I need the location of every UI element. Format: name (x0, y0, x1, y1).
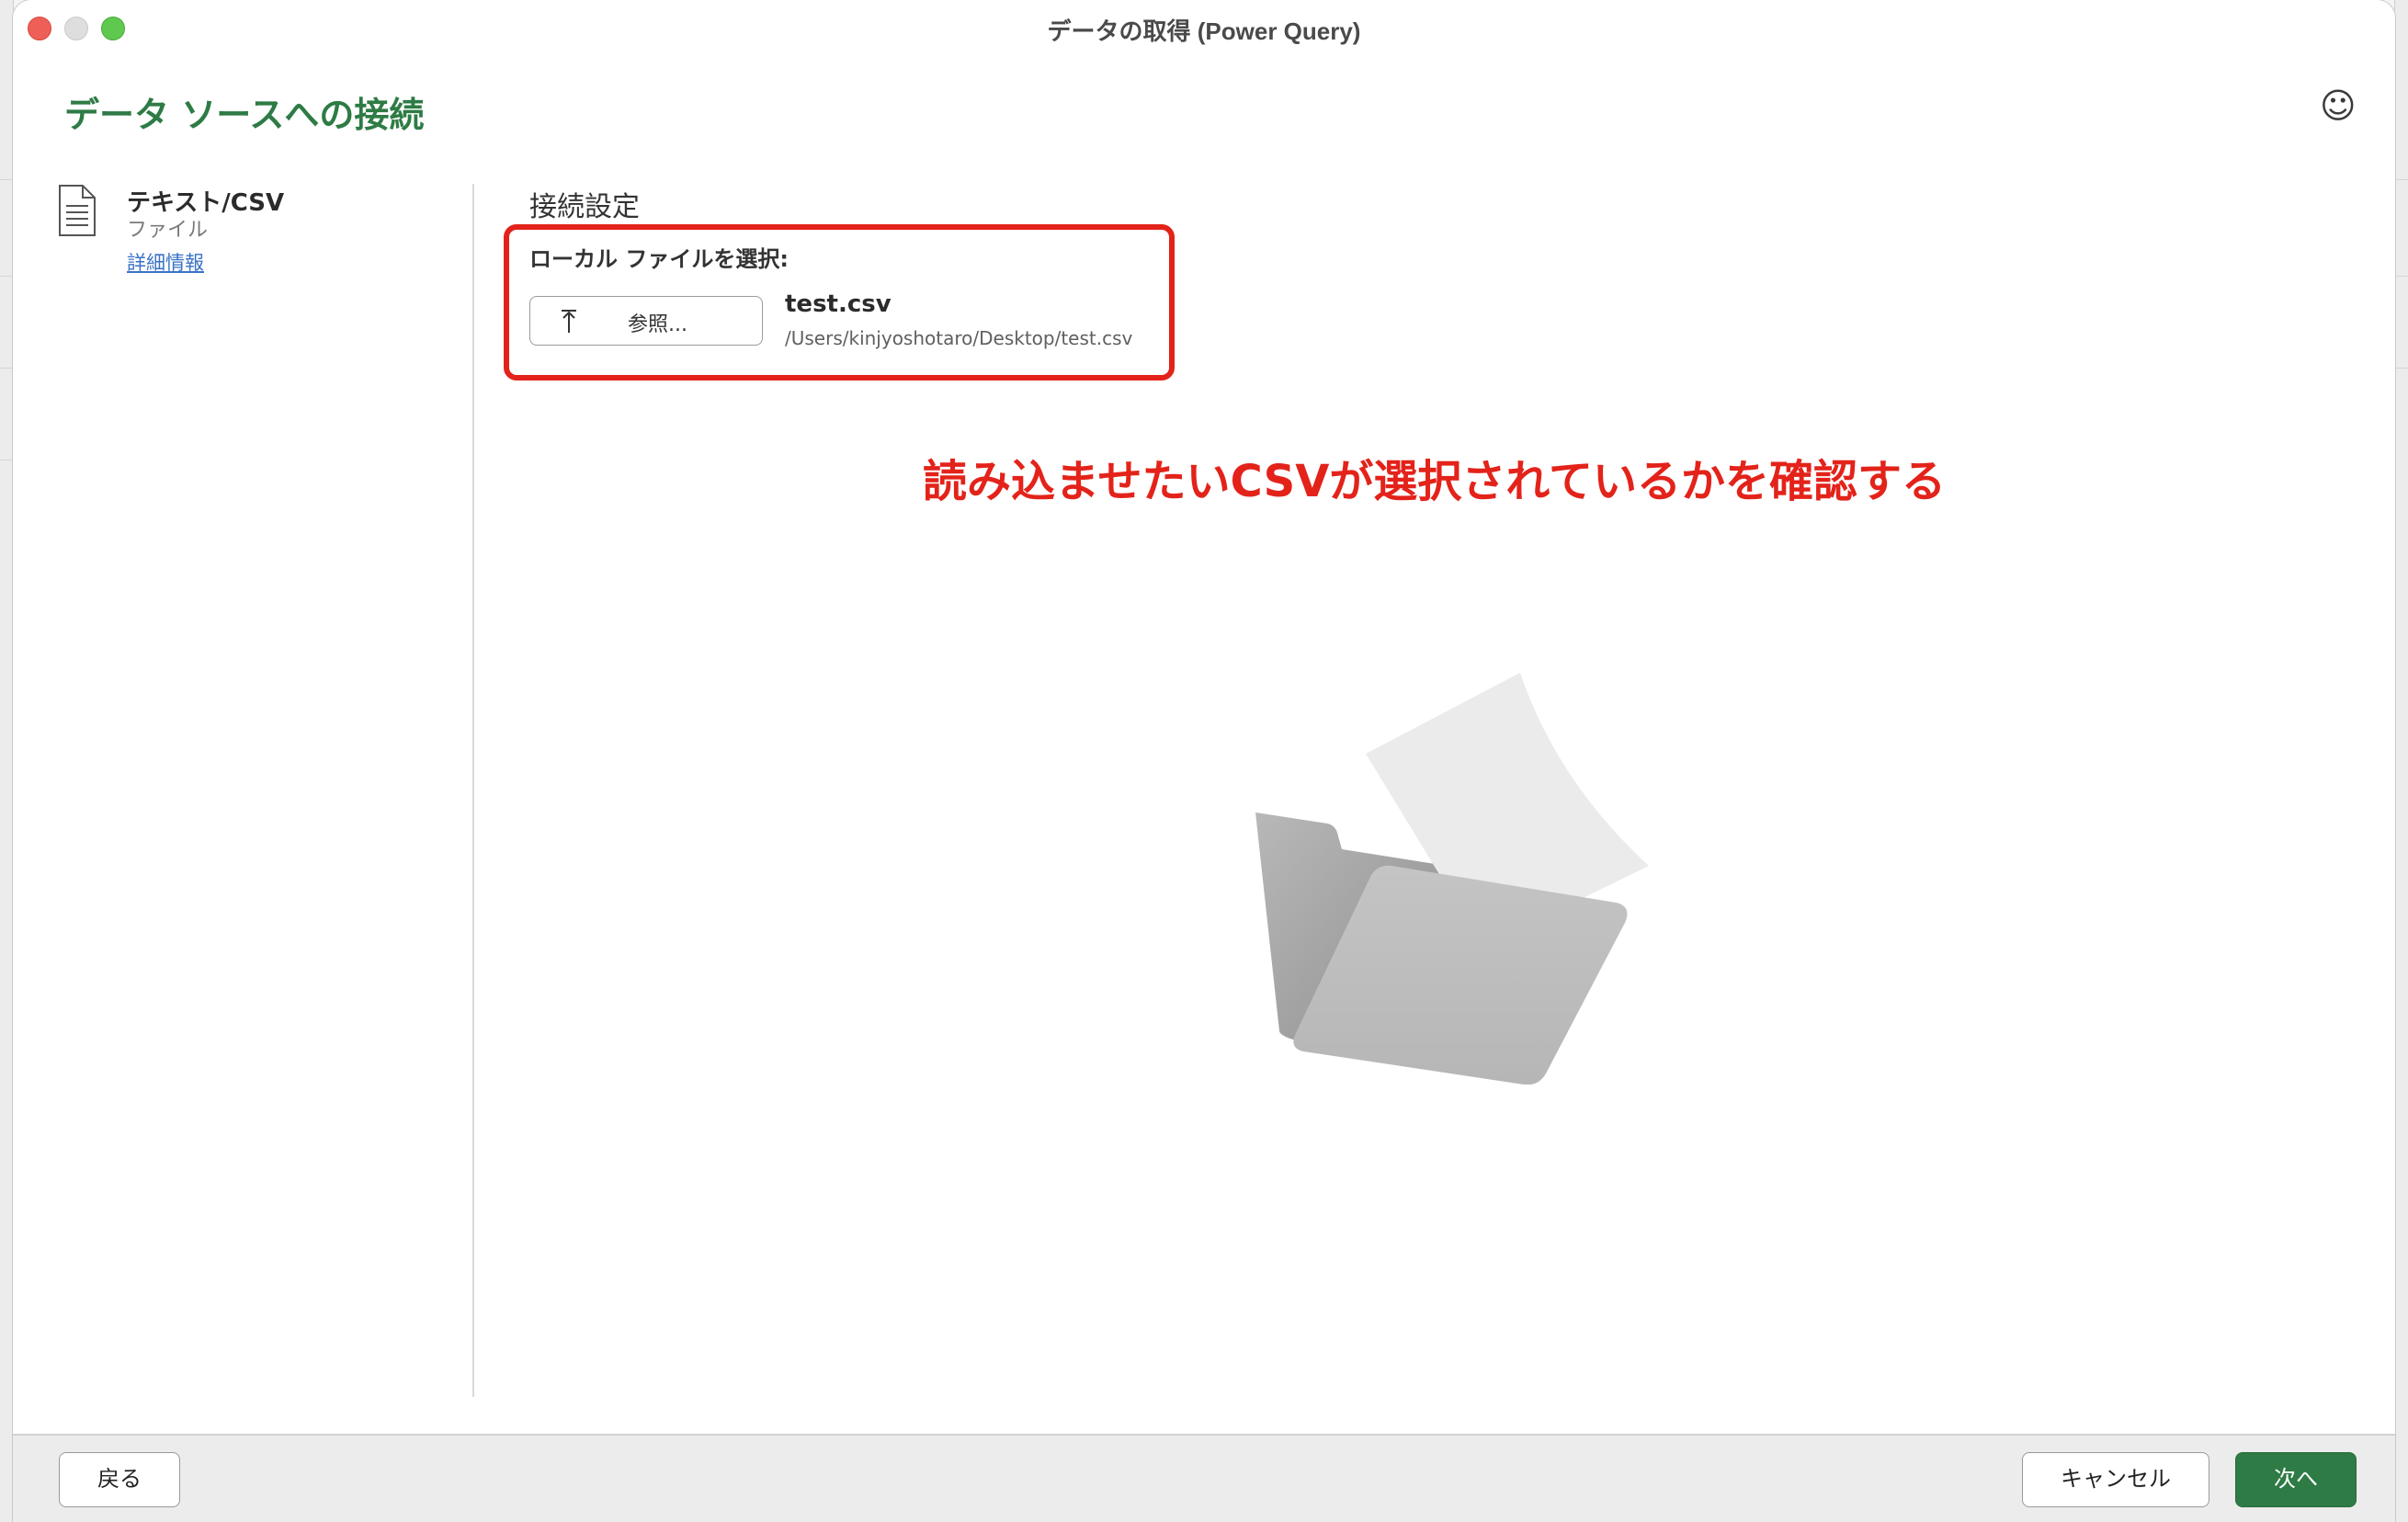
selected-file-path: /Users/kinjyoshotaro/Desktop/test.csv (785, 327, 1133, 349)
back-button[interactable]: 戻る (59, 1452, 180, 1507)
dialog-heading: データ ソースへの接続 (64, 95, 425, 135)
next-button[interactable]: 次へ (2235, 1452, 2357, 1507)
background-gridline (2395, 276, 2408, 277)
folder-illustration (1255, 673, 1649, 1085)
panel-divider (472, 184, 474, 1397)
cancel-button[interactable]: キャンセル (2022, 1452, 2209, 1507)
background-sheet-right-edge (2394, 0, 2408, 1522)
selected-file-name: test.csv (785, 290, 892, 318)
details-link[interactable]: 詳細情報 (127, 248, 204, 276)
background-gridline (0, 368, 13, 369)
title-bar: データの取得 (Power Query) (13, 0, 2395, 53)
document-icon (59, 185, 96, 236)
background-gridline (0, 179, 13, 180)
browse-button[interactable]: 参照... (529, 296, 763, 346)
background-gridline (2395, 368, 2408, 369)
annotation-text: 読み込ませたいCSVが選択されているかを確認する (923, 456, 1946, 507)
window-title: データの取得 (Power Query) (1047, 17, 1361, 45)
background-gridline (0, 276, 13, 277)
local-file-label: ローカル ファイルを選択: (529, 246, 789, 272)
source-type: ファイル (127, 219, 209, 242)
upload-arrow-icon (562, 310, 576, 333)
background-sheet-left-edge (0, 0, 14, 1522)
connection-settings-title: 接続設定 (529, 191, 640, 223)
smiley-icon[interactable]: ☺ (2320, 88, 2357, 123)
dialog-footer: 戻る キャンセル 次へ (13, 1434, 2395, 1522)
power-query-dialog: データの取得 (Power Query) データ ソースへの接続 ☺ テキスト/… (13, 0, 2395, 1522)
browse-button-label: 参照... (628, 313, 687, 336)
background-gridline (2395, 179, 2408, 180)
